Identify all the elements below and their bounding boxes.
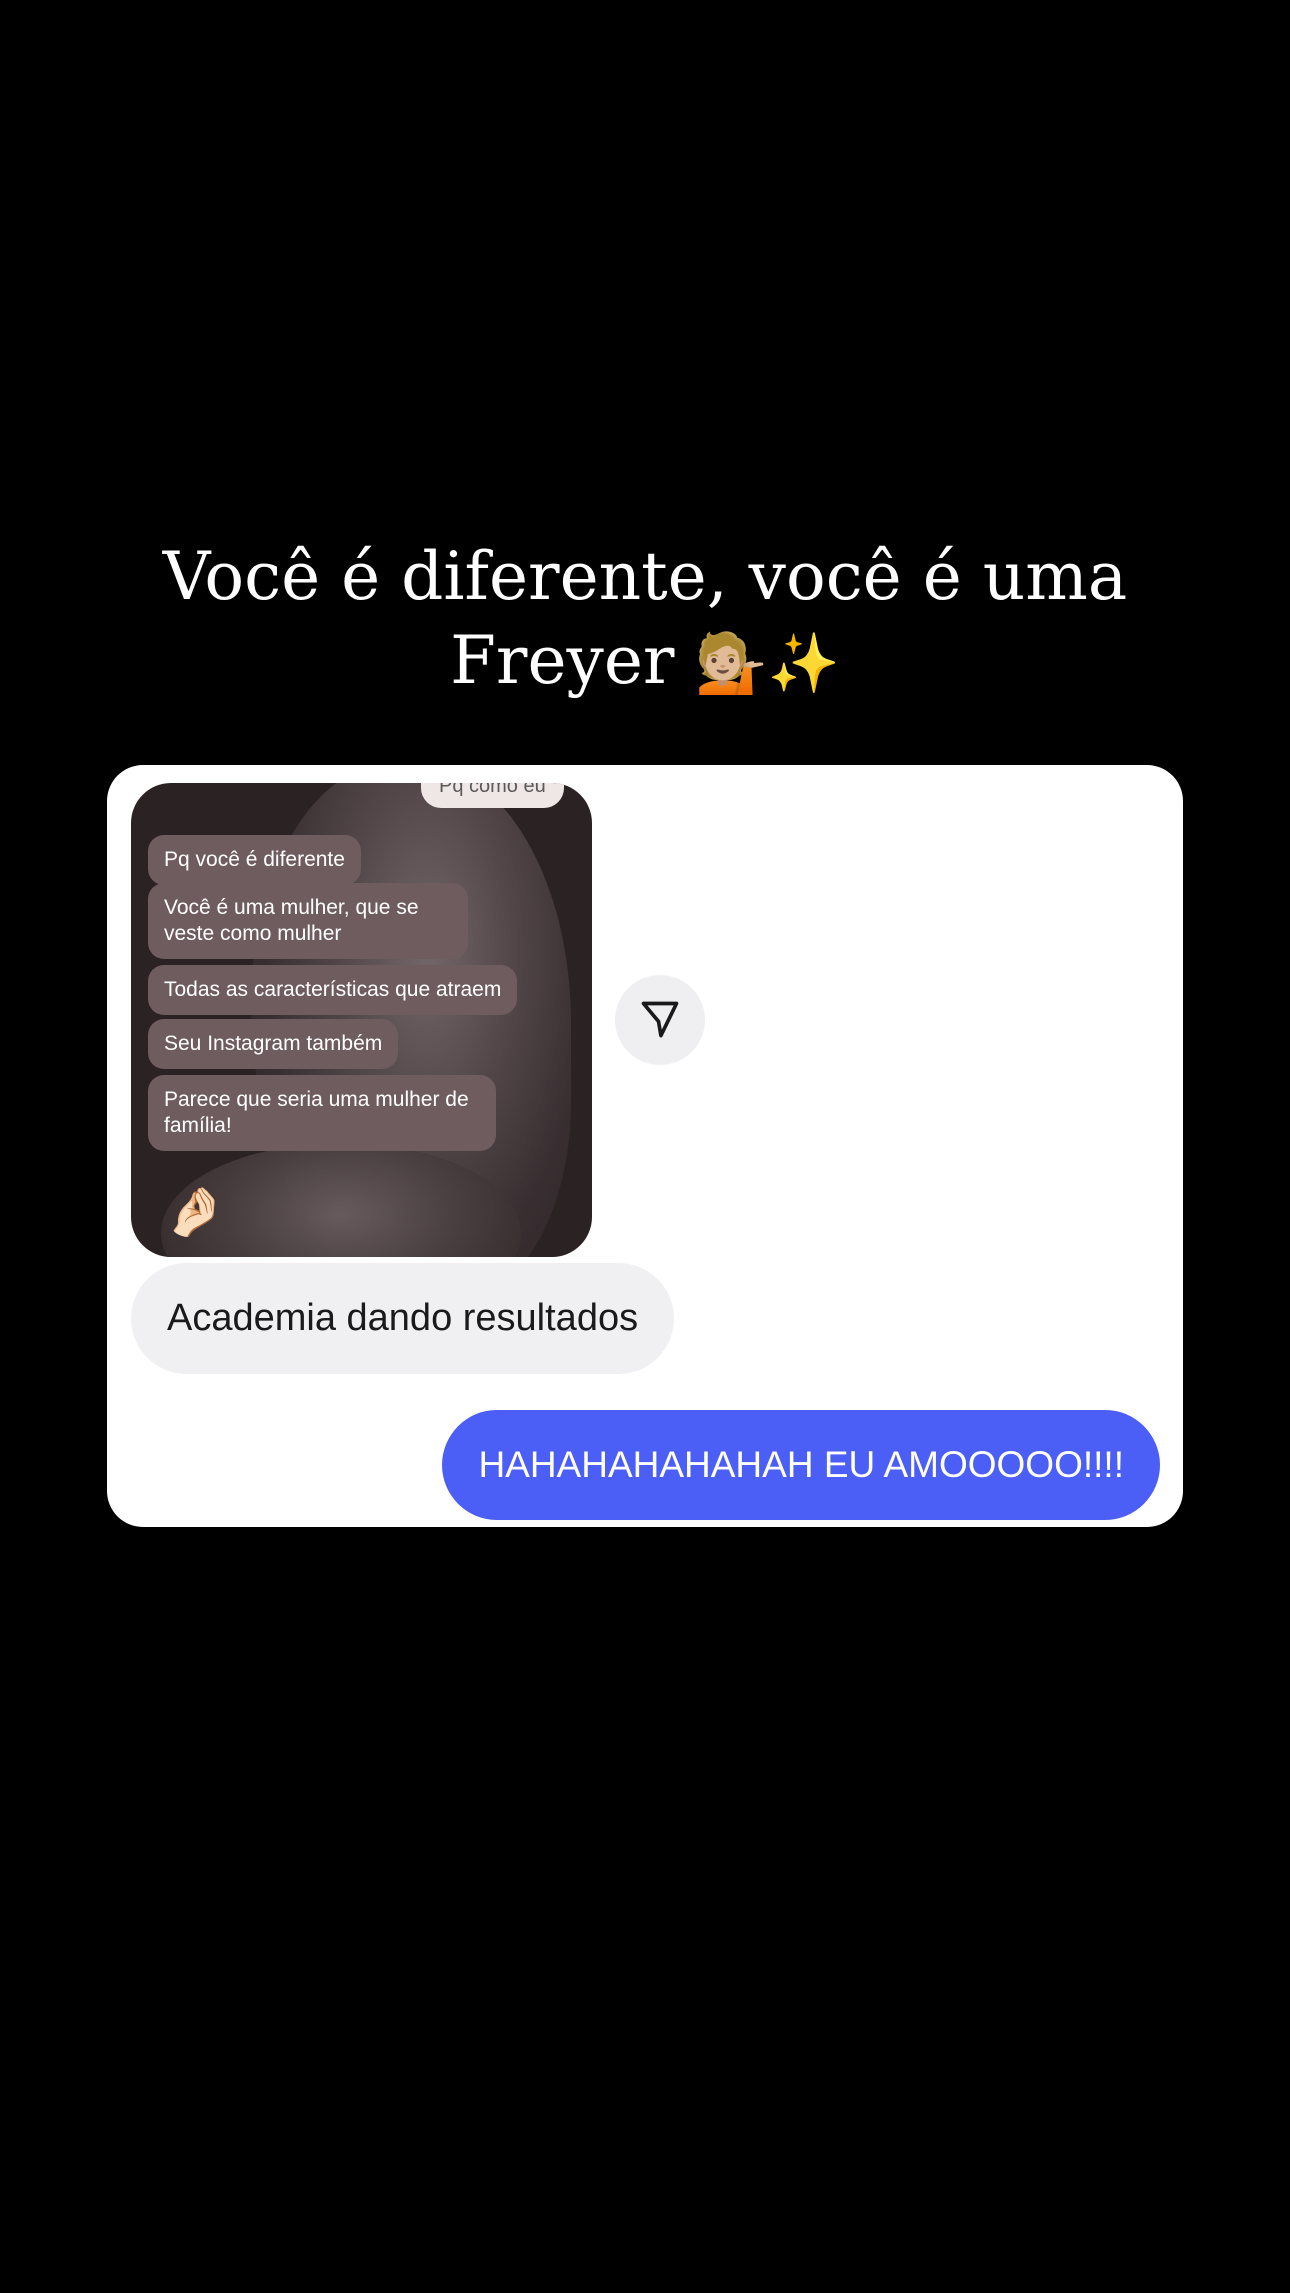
received-message[interactable]: Academia dando resultados	[131, 1263, 675, 1374]
shared-chat-screenshot[interactable]: Pq como eu Pq você é diferente Você é um…	[131, 783, 592, 1257]
sent-message[interactable]: HAHAHAHAHAHAH EU AMOOOOO!!!!	[442, 1410, 1160, 1520]
inner-message: Seu Instagram também	[148, 1019, 399, 1069]
caption-name: Freyer	[450, 622, 675, 699]
caption-emojis: 💁🏼✨	[695, 629, 840, 697]
inner-message: Todas as características que atraem	[148, 965, 518, 1015]
send-icon[interactable]	[615, 975, 705, 1065]
caption-line-1: Você é diferente, você é uma	[162, 538, 1128, 615]
inner-message-top: Pq como eu	[421, 783, 564, 808]
send-icon-glyph	[641, 1001, 679, 1038]
story-caption: Você é diferente, você é uma Freyer 💁🏼✨	[0, 535, 1290, 705]
caption-line-2: Freyer 💁🏼✨	[0, 619, 1290, 705]
pinched-fingers-emoji: 🤌🏻	[165, 1184, 225, 1240]
inner-message: Você é uma mulher, que se veste como mul…	[148, 883, 468, 959]
inner-message: Parece que seria uma mulher de família!	[148, 1075, 496, 1151]
sent-message-text: HAHAHAHAHAHAH EU AMOOOOO!!!!	[478, 1444, 1124, 1485]
inner-message: Pq você é diferente	[148, 835, 361, 885]
received-message-text: Academia dando resultados	[167, 1297, 639, 1339]
chat-card: Pq como eu Pq você é diferente Você é um…	[107, 765, 1183, 1527]
